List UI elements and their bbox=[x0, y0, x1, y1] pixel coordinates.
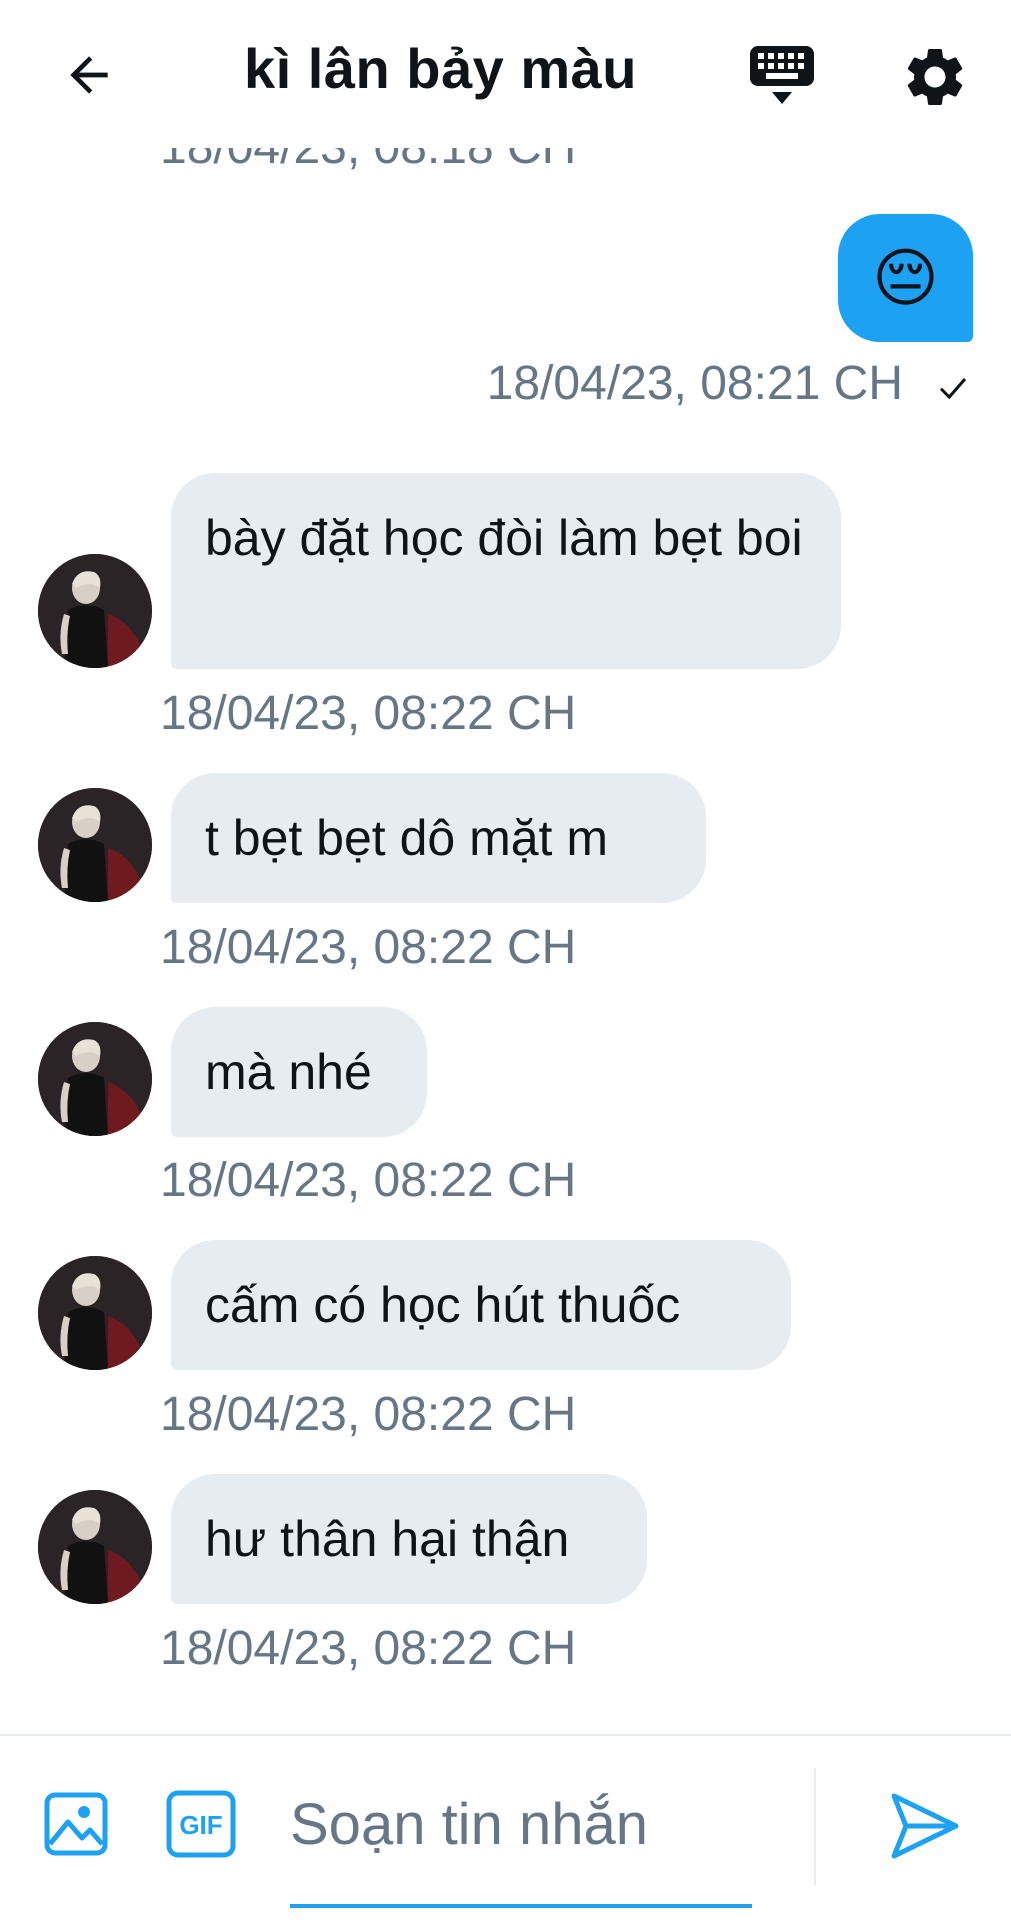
message-timestamp: 18/04/23, 08:22 CH bbox=[160, 1388, 577, 1441]
message-timestamp: 18/04/23, 08:22 CH bbox=[160, 1154, 577, 1207]
conversation-header: kì lân bảy màu bbox=[0, 0, 1011, 148]
message-composer: GIF bbox=[0, 1734, 1011, 1922]
keyboard-icon bbox=[750, 46, 814, 104]
avatar-photo bbox=[38, 1022, 152, 1136]
add-gif-button[interactable]: GIF bbox=[166, 1790, 236, 1858]
checkmark-icon bbox=[939, 378, 967, 400]
incoming-message-bubble[interactable]: cấm có học hút thuốc bbox=[171, 1240, 791, 1370]
avatar-photo bbox=[38, 554, 152, 668]
add-image-button[interactable] bbox=[44, 1792, 108, 1856]
avatar[interactable] bbox=[38, 554, 152, 668]
avatar[interactable] bbox=[38, 1022, 152, 1136]
message-text: mà nhé bbox=[205, 1044, 372, 1100]
message-text: cấm có học hút thuốc bbox=[205, 1277, 681, 1333]
gear-icon bbox=[907, 48, 963, 105]
message-text: hư thân hại thận bbox=[205, 1511, 570, 1567]
gif-icon: GIF bbox=[166, 1790, 236, 1858]
gif-label: GIF bbox=[179, 1810, 222, 1840]
message-timestamp: 18/04/23, 08:22 CH bbox=[160, 687, 577, 740]
avatar[interactable] bbox=[38, 788, 152, 902]
message-input[interactable] bbox=[290, 1770, 752, 1878]
pensive-face-emoji: 😔 bbox=[872, 242, 939, 314]
incoming-message-bubble[interactable]: hư thân hại thận bbox=[171, 1474, 647, 1604]
divider bbox=[814, 1768, 816, 1886]
incoming-message-bubble[interactable]: bày đặt học đòi làm bẹt boi bbox=[171, 473, 841, 669]
message-text: bày đặt học đòi làm bẹt boi bbox=[205, 510, 803, 566]
input-underline bbox=[290, 1904, 752, 1908]
avatar-photo bbox=[38, 1490, 152, 1604]
settings-button[interactable] bbox=[900, 42, 970, 112]
image-icon bbox=[44, 1792, 108, 1856]
message-text: t bẹt bẹt dô mặt m bbox=[205, 810, 608, 866]
message-timestamp: 18/04/23, 08:22 CH bbox=[160, 1622, 577, 1675]
message-timestamp: 18/04/23, 08:21 CH bbox=[486, 357, 903, 410]
incoming-message-bubble[interactable]: mà nhé bbox=[171, 1007, 427, 1137]
keyboard-button[interactable] bbox=[748, 42, 818, 112]
avatar-photo bbox=[38, 788, 152, 902]
send-icon bbox=[891, 1793, 959, 1859]
avatar[interactable] bbox=[38, 1490, 152, 1604]
incoming-message-bubble[interactable]: t bẹt bẹt dô mặt m bbox=[171, 773, 706, 903]
avatar-photo bbox=[38, 1256, 152, 1370]
send-button[interactable] bbox=[886, 1788, 962, 1864]
avatar[interactable] bbox=[38, 1256, 152, 1370]
outgoing-message-bubble[interactable]: 😔 bbox=[838, 214, 973, 342]
message-timestamp: 18/04/23, 08:22 CH bbox=[160, 921, 577, 974]
